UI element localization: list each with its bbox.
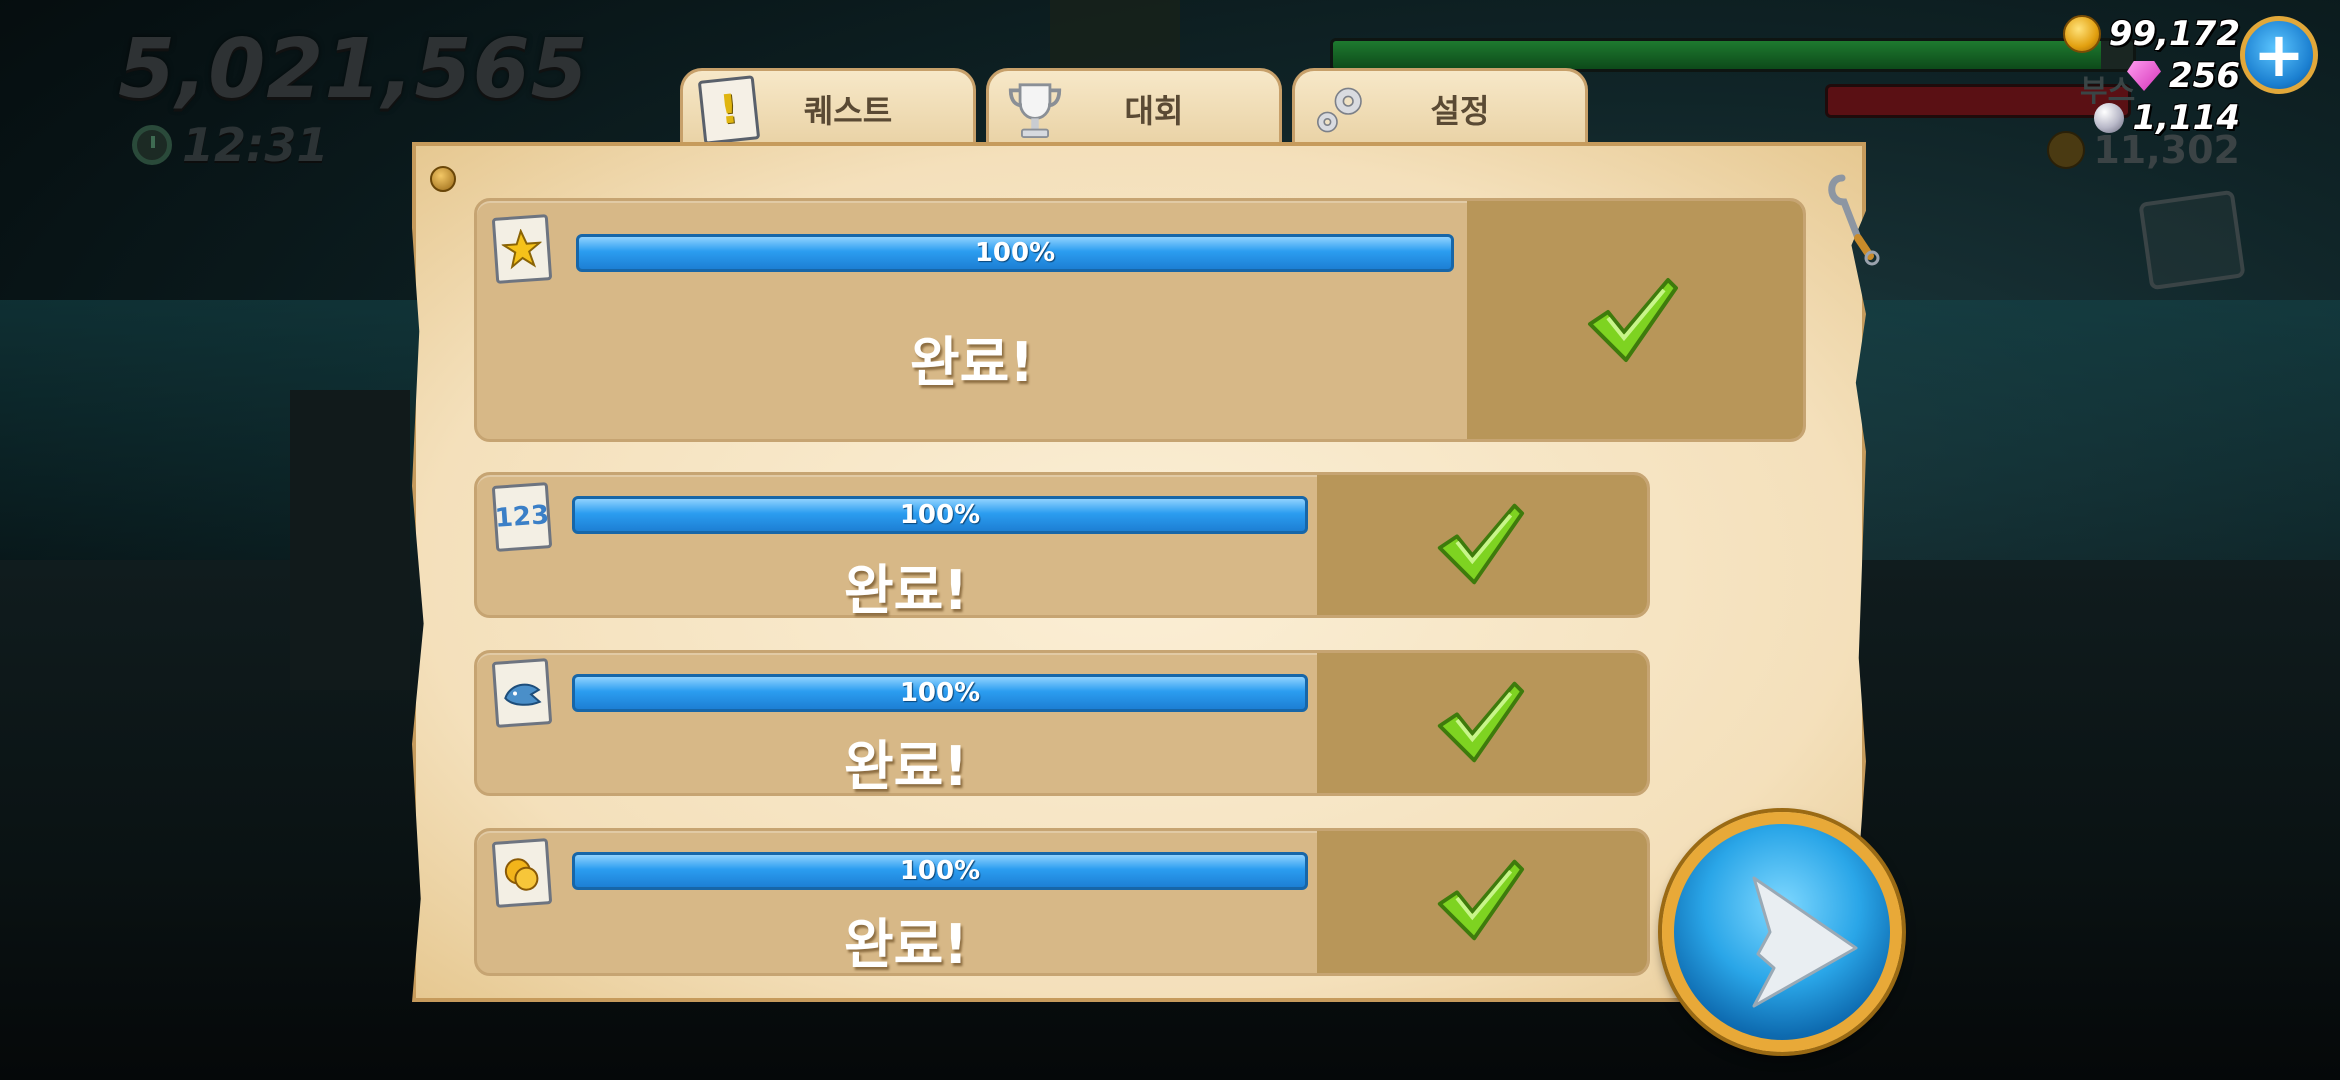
hook-icon: [1828, 174, 1880, 266]
pin-icon: [430, 166, 456, 192]
quest-exclamation-icon: !: [697, 75, 761, 145]
quest-progress-bar: 100%: [572, 852, 1308, 890]
shark-quest-icon: [491, 658, 553, 728]
stopwatch-icon: [132, 125, 172, 165]
gem-icon: [2127, 61, 2162, 91]
secondary-coins-value: 11,302: [2093, 128, 2240, 172]
coins-value: 99,172: [2108, 14, 2240, 54]
quest-progress-label: 100%: [899, 678, 981, 708]
gear-icon: [1313, 77, 1369, 143]
checkmark-icon: [1437, 681, 1525, 763]
gems-value: 256: [2169, 56, 2240, 96]
quest-progress-label: 100%: [899, 500, 981, 530]
quest-progress-label: 100%: [899, 856, 981, 886]
quest-status-text: 완료!: [844, 913, 968, 976]
coins-quest-icon: [491, 838, 553, 908]
quest-progress-bar: 100%: [572, 496, 1308, 534]
dim-coin-icon: [2047, 131, 2086, 169]
score-display: 5,021,565: [118, 22, 589, 117]
quest-status-text: 완료!: [844, 559, 968, 622]
star-quest-icon: [491, 214, 553, 284]
timer: 12:31: [132, 118, 328, 172]
tab-tournament-label: 대회: [1124, 91, 1184, 130]
quest-progress-bar: 100%: [572, 674, 1308, 712]
quest-progress-label: 100%: [974, 238, 1056, 268]
tab-tournament[interactable]: 대회: [986, 68, 1282, 146]
tab-quests[interactable]: ! 퀘스트: [680, 68, 976, 146]
health-bar-fill: [1333, 41, 2101, 69]
health-bar: [1330, 38, 2136, 72]
map-icon: [2138, 189, 2246, 291]
quest-progress-bar: 100%: [576, 234, 1454, 272]
play-arrow-icon: [1752, 876, 1858, 1008]
timer-text: 12:31: [182, 118, 329, 172]
checkmark-icon: [1437, 503, 1525, 585]
background-rock: [290, 390, 410, 690]
quest-status-text: 완료!: [844, 735, 968, 798]
tab-quests-label: 퀘스트: [803, 91, 893, 130]
secondary-coins: 11,302: [2047, 128, 2240, 172]
numbers-quest-icon: 123: [491, 482, 553, 552]
play-button[interactable]: [1662, 812, 1902, 1052]
tab-settings[interactable]: 설정: [1292, 68, 1588, 146]
coins-counter: 99,172: [2062, 14, 2240, 54]
plus-icon: +: [2253, 18, 2305, 91]
trophy-icon: [1007, 77, 1063, 143]
tab-settings-label: 설정: [1430, 91, 1490, 130]
gems-counter: 256: [2127, 56, 2240, 96]
checkmark-icon: [1588, 278, 1678, 362]
gold-coin-icon: [2062, 15, 2101, 53]
add-currency-button[interactable]: +: [2240, 16, 2318, 94]
quest-status-text: 완료!: [910, 331, 1034, 394]
checkmark-icon: [1437, 859, 1525, 941]
